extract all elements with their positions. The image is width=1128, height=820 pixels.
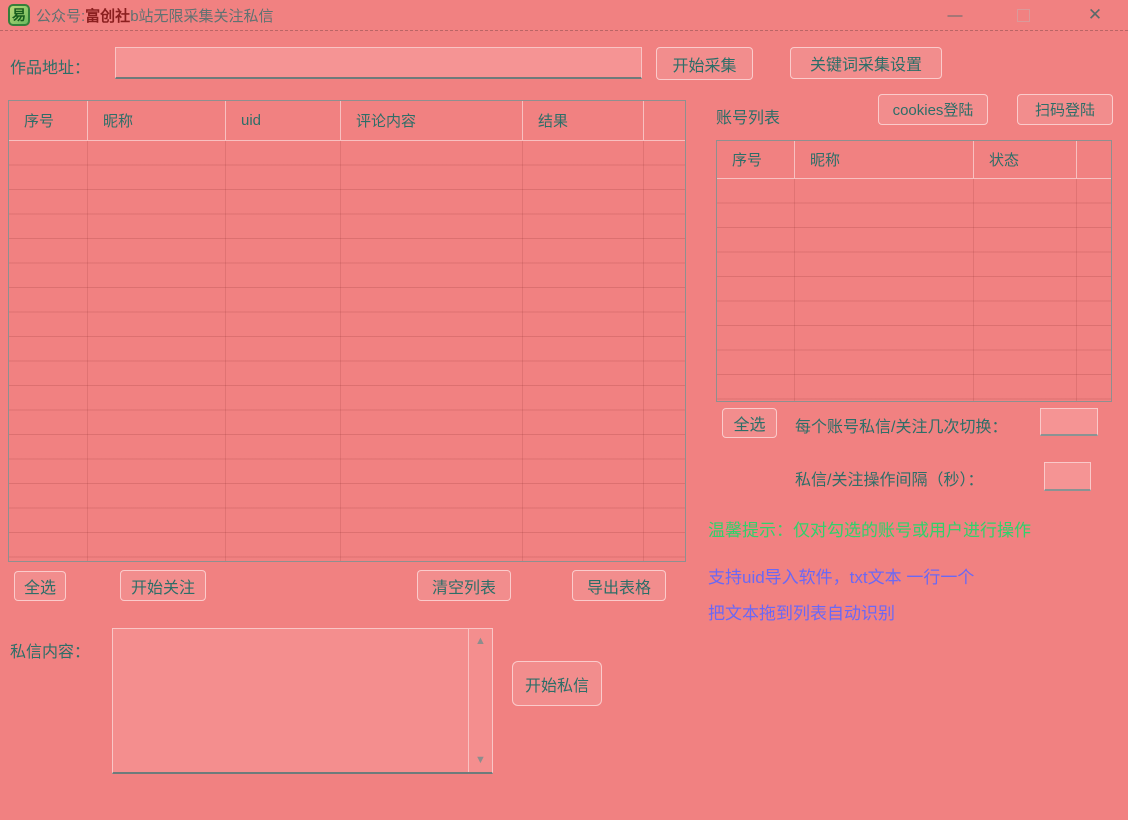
app-logo-icon: 易 (8, 4, 30, 26)
maximize-button[interactable] (1003, 0, 1043, 30)
window-title: 公众号:富创社b站无限采集关注私信 (36, 5, 274, 26)
col-result: 结果 (523, 101, 644, 140)
comments-select-all-button[interactable]: 全选 (14, 571, 66, 601)
col-index: 序号 (717, 141, 795, 178)
uid-import-tip-text: 支持uid导入软件，txt文本 一行一个 (708, 563, 974, 588)
switch-count-input[interactable] (1040, 408, 1098, 436)
grid-col (341, 141, 523, 561)
col-extra (1077, 141, 1111, 178)
message-content-label: 私信内容： (10, 638, 90, 662)
interval-input[interactable] (1044, 462, 1091, 491)
grid-col (974, 179, 1077, 401)
app-window: 易 公众号:富创社b站无限采集关注私信 — ✕ 作品地址： 开始采集 关键词采集… (0, 0, 1128, 820)
keyword-collect-settings-button[interactable]: 关键词采集设置 (790, 47, 942, 79)
message-box: ▲ ▼ (112, 628, 493, 774)
scroll-down-icon[interactable]: ▼ (469, 752, 492, 768)
interval-label: 私信/关注操作间隔（秒）： (795, 466, 983, 490)
close-button[interactable]: ✕ (1075, 0, 1115, 30)
start-follow-button[interactable]: 开始关注 (120, 570, 206, 601)
col-uid: uid (226, 101, 341, 140)
export-table-button[interactable]: 导出表格 (572, 570, 666, 601)
comments-table-body[interactable] (9, 141, 685, 561)
accounts-table[interactable]: 序号 昵称 状态 (716, 140, 1112, 402)
window-title-rest: b站无限采集关注私信 (130, 8, 273, 25)
account-list-title: 账号列表 (716, 104, 780, 128)
warm-tip-text: 温馨提示：仅对勾选的账号或用户进行操作 (708, 516, 1031, 541)
clear-list-button[interactable]: 清空列表 (417, 570, 511, 601)
col-status: 状态 (974, 141, 1077, 178)
start-dm-button[interactable]: 开始私信 (512, 661, 602, 706)
accounts-table-body[interactable] (717, 179, 1111, 401)
title-bar: 易 公众号:富创社b站无限采集关注私信 — ✕ (0, 0, 1128, 31)
col-index: 序号 (9, 101, 88, 140)
grid-col (1077, 179, 1111, 401)
grid-col (717, 179, 795, 401)
comments-table[interactable]: 序号 昵称 uid 评论内容 结果 (8, 100, 686, 562)
col-nickname: 昵称 (795, 141, 974, 178)
col-extra (644, 101, 685, 140)
comments-table-header: 序号 昵称 uid 评论内容 结果 (9, 101, 685, 141)
grid-col (226, 141, 341, 561)
window-title-brand: 富创社 (85, 8, 130, 25)
address-label: 作品地址： (10, 54, 90, 78)
grid-col (795, 179, 974, 401)
cookies-login-button[interactable]: cookies登陆 (878, 94, 988, 125)
minimize-button[interactable]: — (935, 0, 975, 30)
start-collect-button[interactable]: 开始采集 (656, 47, 753, 80)
scroll-up-icon[interactable]: ▲ (469, 633, 492, 649)
col-nickname: 昵称 (88, 101, 226, 140)
address-input[interactable] (115, 47, 642, 79)
window-title-prefix: 公众号: (36, 8, 85, 25)
grid-col (88, 141, 226, 561)
accounts-select-all-button[interactable]: 全选 (722, 408, 777, 438)
col-comment: 评论内容 (341, 101, 523, 140)
grid-col (644, 141, 685, 561)
grid-col (9, 141, 88, 561)
qr-login-button[interactable]: 扫码登陆 (1017, 94, 1113, 125)
maximize-icon (1017, 9, 1030, 22)
message-scrollbar[interactable]: ▲ ▼ (468, 629, 492, 772)
grid-col (523, 141, 644, 561)
accounts-table-header: 序号 昵称 状态 (717, 141, 1111, 179)
drag-file-tip-text: 把文本拖到列表自动识别 (708, 599, 895, 624)
switch-count-label: 每个账号私信/关注几次切换： (795, 413, 1007, 437)
message-content-input[interactable] (113, 629, 468, 772)
